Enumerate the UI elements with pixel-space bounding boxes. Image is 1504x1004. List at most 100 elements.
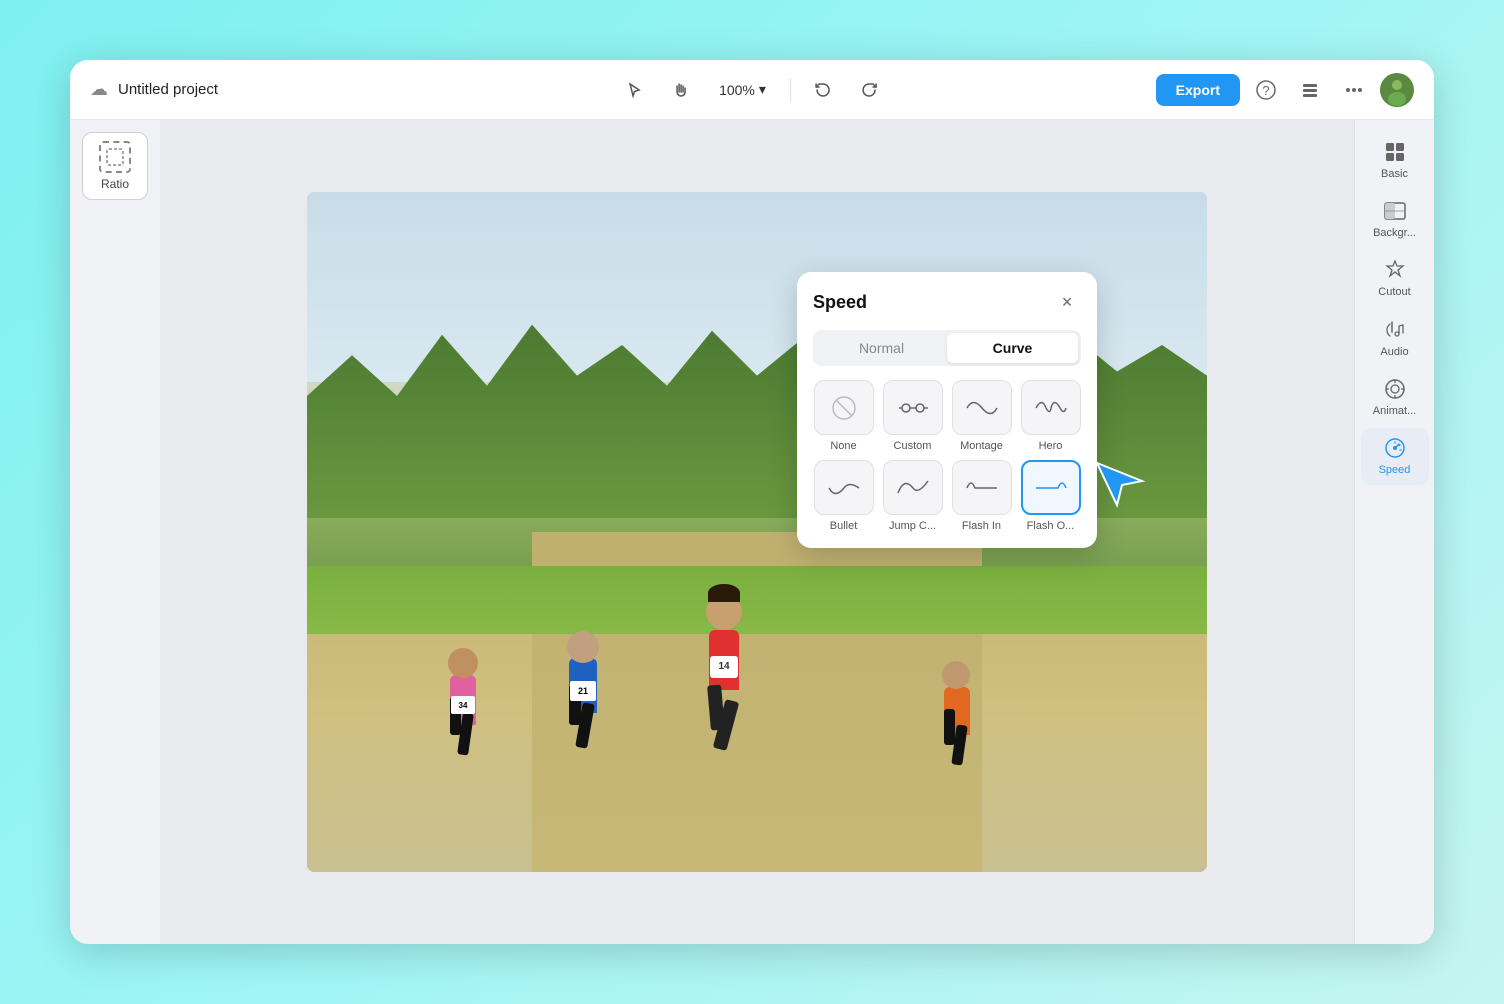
layers-button[interactable] bbox=[1292, 72, 1328, 108]
avatar[interactable] bbox=[1380, 73, 1414, 107]
divider bbox=[790, 78, 791, 102]
jump-cut-label: Jump C... bbox=[889, 520, 936, 532]
cursor-icon bbox=[627, 82, 643, 98]
none-icon-box bbox=[814, 380, 874, 435]
export-button[interactable]: Export bbox=[1156, 74, 1240, 106]
sidebar-item-animate[interactable]: Animat... bbox=[1361, 369, 1429, 426]
hand-icon bbox=[672, 81, 690, 99]
custom-curve-icon bbox=[894, 393, 932, 423]
flash-in-curve-icon bbox=[963, 473, 1001, 503]
speed-option-none[interactable]: None bbox=[813, 380, 874, 452]
speed-option-bullet[interactable]: Bullet bbox=[813, 460, 874, 532]
ratio-label: Ratio bbox=[101, 177, 129, 191]
animate-label: Animat... bbox=[1373, 405, 1416, 418]
flash-out-label: Flash O... bbox=[1027, 520, 1075, 532]
header: ☁ Untitled project 100% ▾ bbox=[70, 60, 1434, 120]
redo-button[interactable] bbox=[851, 72, 887, 108]
sidebar-item-background[interactable]: Backgr... bbox=[1361, 191, 1429, 248]
aspect-ratio-icon bbox=[105, 147, 125, 167]
runner-orange-leg1 bbox=[944, 709, 955, 745]
sidebar-item-speed[interactable]: Speed bbox=[1361, 428, 1429, 485]
flash-in-label: Flash In bbox=[962, 520, 1001, 532]
runner-pink-head bbox=[448, 648, 478, 678]
custom-label: Custom bbox=[894, 440, 932, 452]
svg-text:?: ? bbox=[1262, 83, 1269, 98]
close-popup-button[interactable]: × bbox=[1053, 288, 1081, 316]
runner2-number: 21 bbox=[570, 681, 596, 701]
zoom-button[interactable]: 100% ▾ bbox=[709, 75, 776, 104]
runner-pink: 34 bbox=[442, 620, 487, 770]
sidebar-item-audio[interactable]: Audio bbox=[1361, 310, 1429, 367]
race-number: 14 bbox=[710, 656, 738, 678]
audio-label: Audio bbox=[1380, 346, 1408, 359]
cursor-arrow-svg bbox=[1082, 443, 1152, 513]
tab-curve[interactable]: Curve bbox=[947, 333, 1078, 363]
speed-option-flash-out[interactable]: Flash O... bbox=[1020, 460, 1081, 532]
speed-option-hero[interactable]: Hero bbox=[1020, 380, 1081, 452]
tab-normal[interactable]: Normal bbox=[816, 333, 947, 363]
popup-title: Speed bbox=[813, 292, 867, 313]
right-sidebar: Basic Backgr... Cutout bbox=[1354, 120, 1434, 944]
speed-option-montage[interactable]: Montage bbox=[951, 380, 1012, 452]
avatar-image bbox=[1380, 73, 1414, 107]
audio-icon bbox=[1383, 318, 1407, 342]
none-curve-icon bbox=[829, 393, 859, 423]
hero-curve-icon bbox=[1032, 393, 1070, 423]
montage-curve-icon bbox=[963, 393, 1001, 423]
speed-option-jump-cut[interactable]: Jump C... bbox=[882, 460, 943, 532]
hand-tool-button[interactable] bbox=[663, 72, 699, 108]
speed-option-custom[interactable]: Custom bbox=[882, 380, 943, 452]
more-button[interactable] bbox=[1336, 72, 1372, 108]
none-label: None bbox=[830, 440, 856, 452]
header-center: 100% ▾ bbox=[617, 72, 887, 108]
montage-label: Montage bbox=[960, 440, 1003, 452]
undo-button[interactable] bbox=[805, 72, 841, 108]
runner-orange-head bbox=[942, 661, 970, 689]
app-window: ☁ Untitled project 100% ▾ bbox=[70, 60, 1434, 944]
basic-icon bbox=[1383, 140, 1407, 164]
bullet-label: Bullet bbox=[830, 520, 858, 532]
hero-icon-box bbox=[1021, 380, 1081, 435]
background-label: Backgr... bbox=[1373, 227, 1416, 240]
runner-pink-number: 34 bbox=[451, 696, 475, 714]
bullet-curve-icon bbox=[825, 473, 863, 503]
runner2-head bbox=[567, 631, 599, 663]
speed-option-flash-in[interactable]: Flash In bbox=[951, 460, 1012, 532]
main-runner: 14 bbox=[694, 570, 754, 750]
cloud-icon: ☁ bbox=[90, 79, 108, 100]
speed-options-grid: None bbox=[813, 380, 1081, 532]
animate-icon bbox=[1383, 377, 1407, 401]
flash-in-icon-box bbox=[952, 460, 1012, 515]
help-button[interactable]: ? bbox=[1248, 72, 1284, 108]
bullet-icon-box bbox=[814, 460, 874, 515]
zoom-chevron-icon: ▾ bbox=[759, 81, 766, 98]
sidebar-item-cutout[interactable]: Cutout bbox=[1361, 250, 1429, 307]
ratio-icon bbox=[99, 141, 131, 173]
zoom-value: 100% bbox=[719, 82, 755, 98]
runner-blue: 21 bbox=[559, 603, 609, 763]
runner-hair bbox=[708, 584, 740, 602]
layers-icon bbox=[1300, 80, 1320, 100]
ratio-button[interactable]: Ratio bbox=[82, 132, 148, 200]
cutout-label: Cutout bbox=[1378, 286, 1410, 299]
video-canvas: 14 21 bbox=[307, 192, 1207, 872]
sidebar-item-basic[interactable]: Basic bbox=[1361, 132, 1429, 189]
jump-cut-icon-box bbox=[883, 460, 943, 515]
flash-out-icon-box bbox=[1021, 460, 1081, 515]
canvas-area: 14 21 bbox=[160, 120, 1354, 944]
speed-popup: Speed × Normal Curve bbox=[797, 272, 1097, 548]
cursor-arrow bbox=[1082, 443, 1152, 513]
speed-icon bbox=[1383, 436, 1407, 460]
runner-orange bbox=[937, 632, 982, 777]
background-icon bbox=[1383, 199, 1407, 223]
main-area: Ratio bbox=[70, 120, 1434, 944]
select-tool-button[interactable] bbox=[617, 72, 653, 108]
close-icon: × bbox=[1062, 292, 1073, 313]
popup-header: Speed × bbox=[813, 288, 1081, 316]
flash-out-curve-icon bbox=[1032, 473, 1070, 503]
speed-label: Speed bbox=[1379, 464, 1411, 477]
speed-tabs: Normal Curve bbox=[813, 330, 1081, 366]
project-title: Untitled project bbox=[118, 81, 218, 98]
custom-icon-box bbox=[883, 380, 943, 435]
undo-icon bbox=[814, 81, 832, 99]
